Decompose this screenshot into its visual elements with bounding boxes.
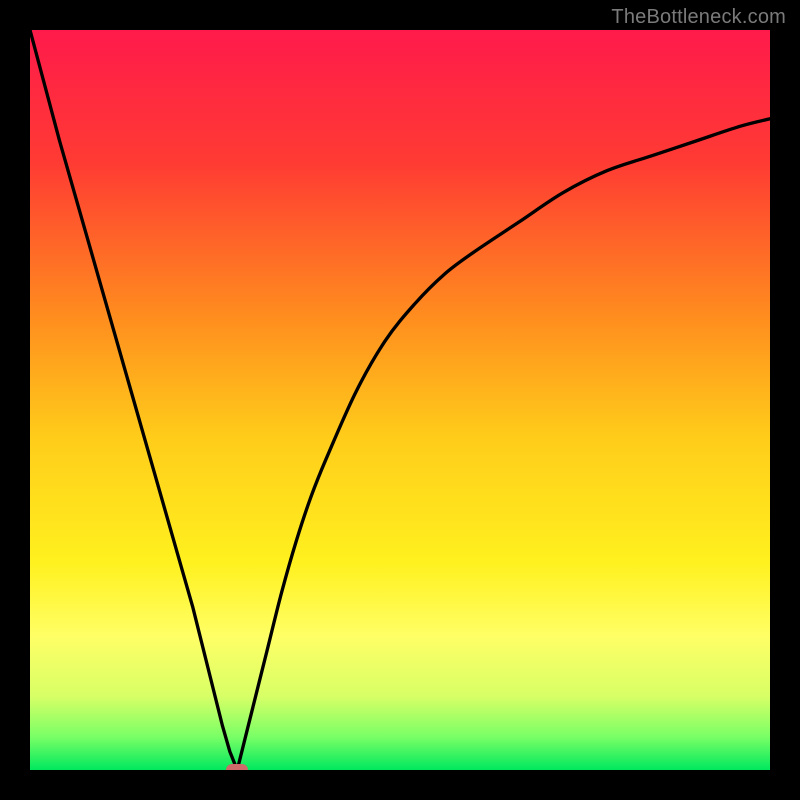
plot-area <box>30 30 770 770</box>
curve-right-branch <box>237 119 770 770</box>
min-point-marker <box>226 764 248 770</box>
chart-frame: TheBottleneck.com <box>0 0 800 800</box>
curve-layer <box>30 30 770 770</box>
curve-left-branch <box>30 30 237 770</box>
watermark-text: TheBottleneck.com <box>611 6 786 29</box>
